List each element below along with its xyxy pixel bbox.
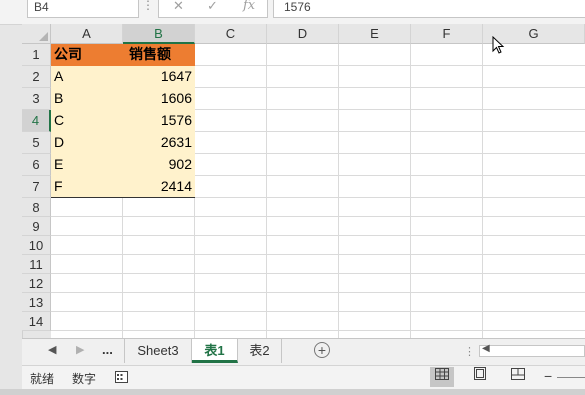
formula-bar-separator[interactable]: ⋮: [142, 0, 154, 14]
select-all-button[interactable]: [22, 24, 51, 44]
row-header-7[interactable]: 7: [22, 176, 51, 198]
cell-a6[interactable]: E: [51, 154, 123, 176]
gridline-horizontal: [51, 255, 585, 274]
column-header-d[interactable]: D: [267, 24, 339, 44]
formula-bar: B4 ⋮ ✕ ✓ fx 1576: [0, 0, 585, 25]
page-break-icon: [511, 368, 525, 380]
cell-a4[interactable]: C: [51, 110, 123, 132]
tab-table2[interactable]: 表2: [238, 339, 282, 363]
row-header-14[interactable]: 14: [22, 312, 51, 331]
window-bottom-edge: [0, 389, 585, 395]
gridline-vertical: [410, 44, 411, 338]
tab-sheet3[interactable]: Sheet3: [124, 339, 192, 363]
cell-grid[interactable]: 公司 销售额 A 1647 B 1606 C 1576 D 2631 E 902…: [51, 44, 585, 338]
column-header-e[interactable]: E: [339, 24, 411, 44]
left-margin: [0, 24, 23, 338]
gridline-horizontal: [51, 198, 585, 217]
cell-b7[interactable]: 2414: [123, 176, 195, 198]
status-ready: 就绪: [30, 372, 55, 386]
cell-b5[interactable]: 2631: [123, 132, 195, 154]
gridline-horizontal: [51, 236, 585, 255]
macro-record-icon[interactable]: [115, 371, 128, 383]
status-bar: 就绪 数字 −: [22, 365, 585, 389]
column-header-c[interactable]: C: [195, 24, 267, 44]
cell-b3[interactable]: 1606: [123, 88, 195, 110]
gridline-vertical: [338, 44, 339, 338]
page-layout-icon: [474, 367, 486, 380]
row-header-9[interactable]: 9: [22, 217, 51, 236]
gridline-vertical: [266, 44, 267, 338]
cell-b4[interactable]: 1576: [123, 110, 195, 132]
cell-b2[interactable]: 1647: [123, 66, 195, 88]
zoom-out-button[interactable]: −: [544, 368, 552, 384]
cell-a7[interactable]: F: [51, 176, 123, 198]
cell-a3[interactable]: B: [51, 88, 123, 110]
formula-buttons: ✕ ✓ fx: [158, 0, 268, 18]
normal-view-icon: [435, 368, 449, 380]
column-header-a[interactable]: A: [51, 24, 123, 44]
row-header-13[interactable]: 13: [22, 293, 51, 312]
row-header-8[interactable]: 8: [22, 198, 51, 217]
next-sheet-icon[interactable]: ▶: [76, 343, 84, 356]
row-header-6[interactable]: 6: [22, 154, 51, 176]
status-num-lock: 数字: [72, 372, 97, 386]
page-layout-view-button[interactable]: [468, 367, 492, 387]
horizontal-scrollbar[interactable]: ◀: [479, 343, 585, 357]
cancel-icon[interactable]: ✕: [173, 0, 184, 14]
row-header-10[interactable]: 10: [22, 236, 51, 255]
gridline-horizontal: [51, 293, 585, 312]
gridline-horizontal: [51, 274, 585, 293]
enter-icon[interactable]: ✓: [207, 0, 218, 14]
sheet-tab-bar: ◀ ▶ ... Sheet3 表1 表2 + ⋮ ◀: [22, 338, 585, 365]
row-header-11[interactable]: 11: [22, 255, 51, 274]
column-header-f[interactable]: F: [411, 24, 483, 44]
row-header-12[interactable]: 12: [22, 274, 51, 293]
add-sheet-button[interactable]: +: [314, 342, 330, 358]
cell-a1[interactable]: 公司: [51, 44, 123, 66]
gridline-vertical: [482, 44, 483, 338]
tab-splitter[interactable]: ⋮: [464, 345, 475, 358]
zoom-slider[interactable]: [557, 377, 585, 378]
formula-input[interactable]: 1576: [273, 0, 585, 18]
name-box[interactable]: B4: [27, 0, 139, 18]
column-header-b[interactable]: B: [123, 24, 195, 44]
cell-b1[interactable]: 销售额: [123, 44, 195, 66]
row-header-4[interactable]: 4: [22, 110, 51, 132]
row-header-1[interactable]: 1: [22, 44, 51, 66]
more-sheets-button[interactable]: ...: [102, 342, 113, 357]
row-header-2[interactable]: 2: [22, 66, 51, 88]
insert-function-icon[interactable]: fx: [243, 0, 255, 13]
gridline-horizontal: [51, 217, 585, 236]
scroll-left-icon[interactable]: ◀: [482, 343, 490, 354]
normal-view-button[interactable]: [430, 367, 454, 387]
row-header-5[interactable]: 5: [22, 132, 51, 154]
tab-table1[interactable]: 表1: [192, 339, 238, 363]
cell-a2[interactable]: A: [51, 66, 123, 88]
gridline-horizontal: [51, 312, 585, 331]
page-break-view-button[interactable]: [506, 367, 530, 387]
cell-b6[interactable]: 902: [123, 154, 195, 176]
row-headers: 1 2 3 4 5 6 7 8 9 10 11 12 13 14: [22, 44, 51, 331]
cell-a5[interactable]: D: [51, 132, 123, 154]
mouse-cursor-icon: [492, 36, 505, 54]
prev-sheet-icon[interactable]: ◀: [48, 343, 56, 356]
row-header-3[interactable]: 3: [22, 88, 51, 110]
